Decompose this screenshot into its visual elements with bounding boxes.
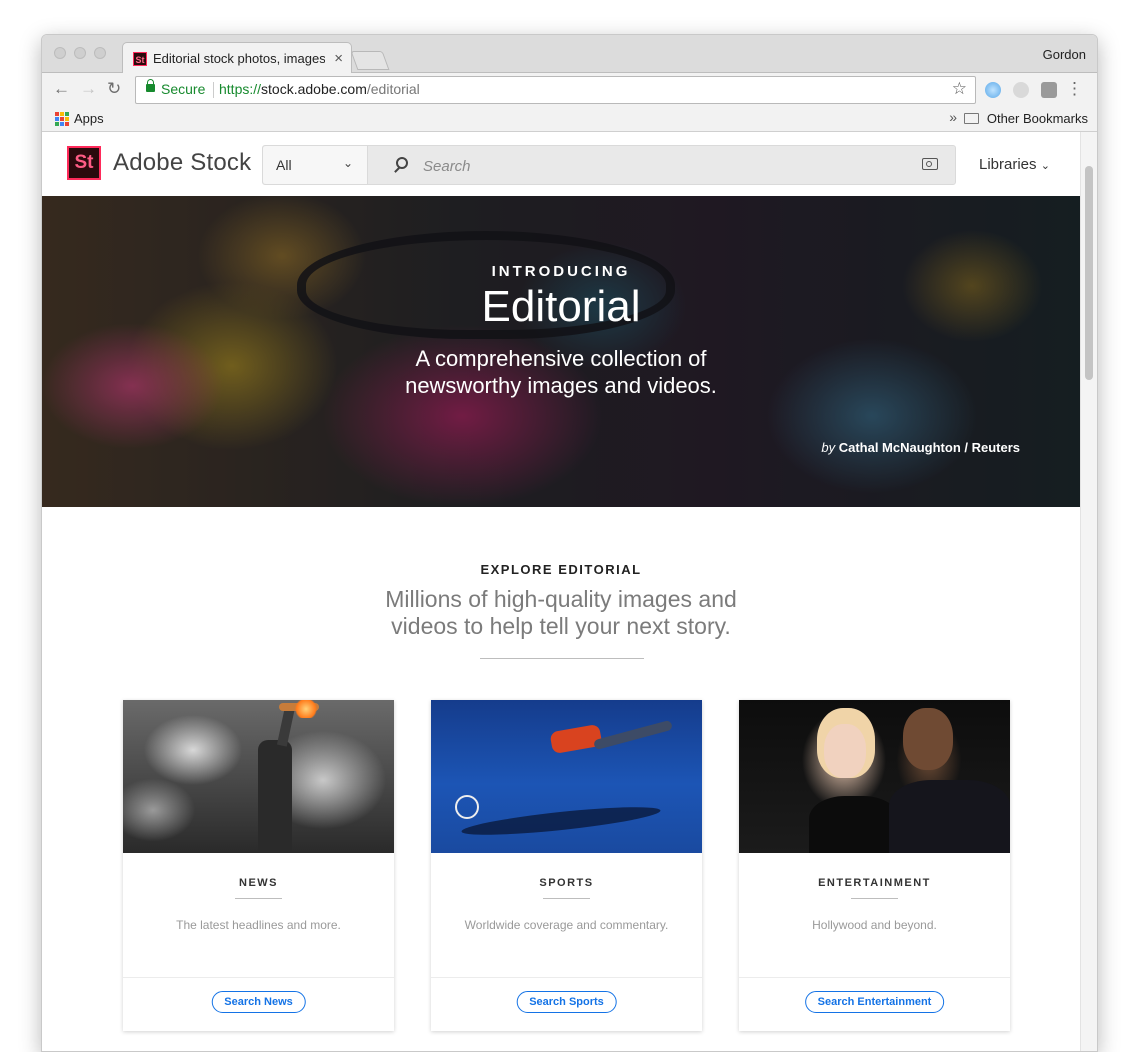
photo-credit: by Cathal McNaughton / Reuters [821, 440, 1020, 455]
tab-close-icon[interactable]: × [334, 50, 343, 67]
url-text[interactable]: https://stock.adobe.com/editorial [219, 81, 420, 97]
back-arrow-icon[interactable]: ← [53, 79, 70, 99]
hero-banner: INTRODUCING Editorial A comprehensive co… [42, 196, 1080, 507]
category-card-entertainment[interactable]: ENTERTAINMENT Hollywood and beyond. Sear… [739, 700, 1010, 1031]
reload-icon[interactable]: ↻ [107, 79, 121, 99]
card-description: The latest headlines and more. [176, 918, 341, 932]
page-viewport: St Adobe Stock All ⌄ Libraries ⌄ INTRODU… [42, 132, 1080, 1051]
card-divider [543, 898, 590, 899]
address-bar[interactable]: Secure https://stock.adobe.com/editorial… [135, 76, 976, 104]
news-person-silhouette [258, 740, 292, 853]
credit-name: Cathal McNaughton / Reuters [838, 440, 1020, 455]
site-header: St Adobe Stock All ⌄ Libraries ⌄ [42, 132, 1080, 196]
explore-headline-line-1: Millions of high-quality images and [385, 586, 737, 612]
card-label: SPORTS [539, 877, 594, 889]
extension-gray-icon[interactable] [1013, 82, 1029, 98]
apps-bookmark[interactable]: Apps [74, 111, 104, 126]
scrollbar-thumb[interactable] [1085, 166, 1093, 380]
new-tab-button[interactable] [350, 51, 390, 70]
url-scheme: https:// [219, 81, 262, 97]
search-input[interactable] [421, 155, 905, 177]
explore-headline: Millions of high-quality images and vide… [42, 586, 1080, 640]
card-footer: Search Entertainment [739, 977, 1010, 1032]
card-label: ENTERTAINMENT [818, 877, 931, 889]
search-entertainment-button[interactable]: Search Entertainment [804, 991, 945, 1013]
credit-prefix: by [821, 440, 836, 455]
close-window-button[interactable] [54, 47, 66, 59]
adobe-stock-logo-icon[interactable]: St [67, 146, 101, 180]
category-dropdown[interactable]: All ⌄ [263, 146, 368, 184]
adobe-stock-favicon-icon: St [133, 52, 147, 66]
url-host: stock.adobe.com [261, 81, 367, 97]
search-icon [396, 157, 408, 169]
brand-name[interactable]: Adobe Stock [113, 149, 251, 177]
hero-subtitle-line-1: A comprehensive collection of [415, 346, 707, 371]
ent-man-face [903, 708, 953, 770]
profile-name[interactable]: Gordon [1043, 47, 1086, 62]
card-footer: Search Sports [431, 977, 702, 1032]
browser-menu-icon[interactable]: ⋮ [1066, 80, 1083, 97]
category-card-news[interactable]: NEWS The latest headlines and more. Sear… [123, 700, 394, 1031]
news-card-image[interactable] [123, 700, 394, 853]
hero-subtitle-line-2: newsworthy images and videos. [405, 373, 717, 398]
apps-grid-icon[interactable] [55, 112, 69, 126]
ent-man-suit [889, 780, 1010, 853]
explore-kicker: EXPLORE EDITORIAL [480, 562, 642, 577]
sports-shadow [460, 801, 662, 841]
chevron-down-icon: ⌄ [343, 156, 354, 170]
card-divider [235, 898, 282, 899]
lock-icon [146, 79, 155, 92]
category-card-sports[interactable]: SPORTS Worldwide coverage and commentary… [431, 700, 702, 1031]
libraries-menu[interactable]: Libraries ⌄ [979, 156, 1050, 173]
search-news-button[interactable]: Search News [211, 991, 306, 1013]
bookmark-star-icon[interactable]: ☆ [952, 79, 967, 99]
explore-headline-line-2: videos to help tell your next story. [391, 613, 731, 639]
search-sports-button[interactable]: Search Sports [516, 991, 617, 1013]
tab-strip: St Editorial stock photos, images × Gord… [42, 35, 1097, 74]
minimize-window-button[interactable] [74, 47, 86, 59]
hero-title: Editorial [481, 282, 641, 331]
forward-arrow-icon[interactable]: → [80, 79, 97, 99]
bookmarks-overflow-icon[interactable]: » [949, 109, 957, 125]
browser-tab[interactable]: St Editorial stock photos, images × [122, 42, 352, 74]
camera-icon[interactable] [922, 158, 938, 170]
sports-player-legs [593, 719, 673, 751]
ent-woman-face [824, 724, 866, 778]
chevron-down-icon: ⌄ [1040, 160, 1050, 172]
page-scrollbar[interactable] [1080, 132, 1097, 1051]
libraries-label: Libraries [979, 156, 1037, 173]
secure-label: Secure [161, 81, 206, 97]
address-divider [213, 82, 214, 98]
zoom-window-button[interactable] [94, 47, 106, 59]
sports-racket [455, 795, 479, 819]
bookmarks-bar: Apps » Other Bookmarks [42, 107, 1097, 132]
sports-card-image[interactable] [431, 700, 702, 853]
search-bar: All ⌄ [262, 145, 956, 185]
tab-title: Editorial stock photos, images [153, 51, 325, 66]
url-path: /editorial [366, 81, 420, 97]
card-footer: Search News [123, 977, 394, 1032]
card-description: Worldwide coverage and commentary. [464, 918, 669, 932]
folder-icon [964, 113, 979, 124]
other-bookmarks[interactable]: Other Bookmarks [987, 111, 1088, 126]
ent-woman-dress [809, 796, 899, 853]
card-description: Hollywood and beyond. [812, 918, 937, 932]
extension-square-icon[interactable] [1041, 82, 1057, 98]
card-label: NEWS [239, 877, 278, 889]
browser-window: St Editorial stock photos, images × Gord… [41, 34, 1098, 1052]
card-divider [851, 898, 898, 899]
category-value: All [276, 157, 292, 173]
hero-kicker: INTRODUCING [491, 263, 631, 280]
hero-subtitle: A comprehensive collection of newsworthy… [42, 345, 1080, 399]
extension-globe-icon[interactable] [985, 82, 1001, 98]
section-divider [480, 658, 644, 659]
sports-player-shirt [549, 723, 603, 755]
browser-toolbar: ← → ↻ Secure https://stock.adobe.com/edi… [42, 73, 1097, 107]
entertainment-card-image[interactable] [739, 700, 1010, 853]
news-flame [293, 700, 319, 718]
